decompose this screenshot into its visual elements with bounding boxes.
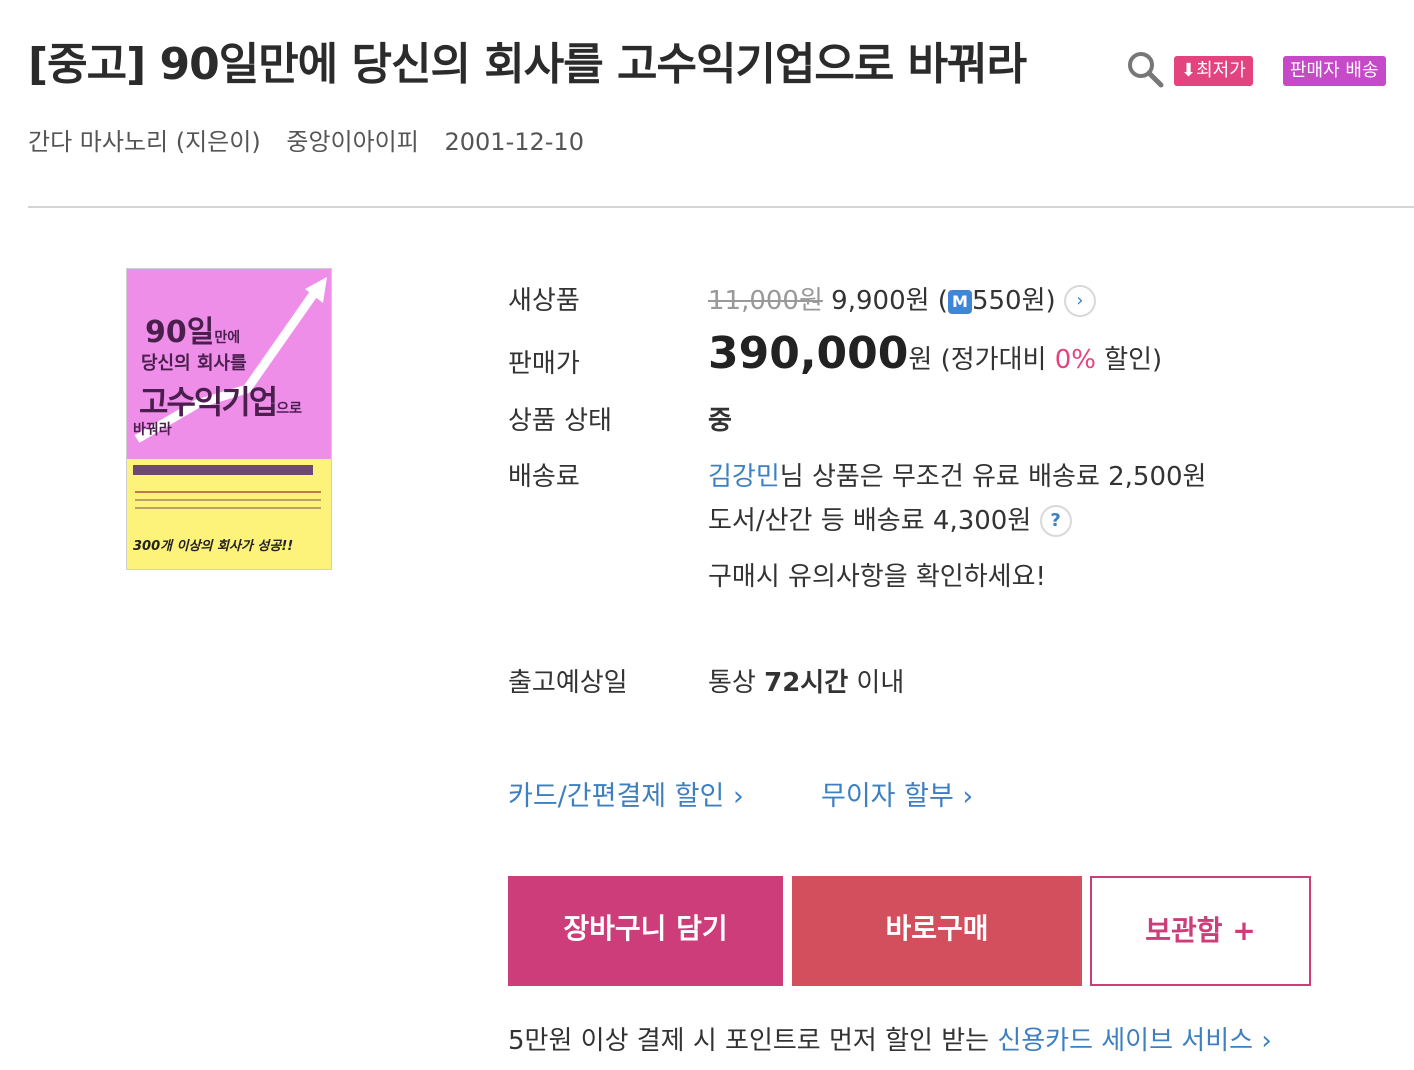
shipping-line2: 도서/산간 등 배송료 4,300원 ? [708, 500, 1072, 537]
buy-now-button[interactable]: 바로구매 [792, 876, 1082, 986]
new-item-price: 11,000원 9,900원 (M 550원) › [708, 280, 1096, 317]
sale-price: 390,000원 (정가대비 0% 할인) [708, 328, 1162, 379]
seller-name-link[interactable]: 김강민 [708, 462, 780, 492]
wishlist-button[interactable]: 보관함 + [1090, 876, 1311, 986]
search-icon[interactable] [1126, 50, 1166, 90]
save-note-text: 5만원 이상 결제 시 포인트로 먼저 할인 받는 [508, 1026, 998, 1056]
publish-date: 2001-12-10 [444, 128, 584, 156]
new-item-label: 새상품 [508, 286, 580, 316]
arrow-down-icon: ⬇ [1181, 60, 1197, 81]
release-post: 이내 [848, 668, 905, 698]
sale-price-suffix: 할인) [1095, 345, 1163, 375]
cover-title-line3: 고수익기업 [139, 383, 278, 421]
sale-price-unit: 원 (정가대비 [908, 345, 1055, 375]
cover-stripe [133, 465, 313, 475]
release-hours: 72시간 [764, 668, 849, 698]
release-pre: 통상 [708, 668, 765, 698]
cover-small-text [135, 491, 321, 519]
header-divider [28, 206, 1414, 208]
sale-price-label: 판매가 [508, 349, 580, 379]
credit-card-save-note: 5만원 이상 결제 시 포인트로 먼저 할인 받는 신용카드 세이브 서비스 › [508, 1020, 1272, 1057]
release-date-value: 통상 72시간 이내 [708, 662, 904, 699]
discount-rate: 0% [1054, 345, 1096, 375]
new-price: 9,900원 ( [831, 286, 948, 316]
mileage-icon: M [947, 290, 972, 314]
lowest-price-badge[interactable]: ⬇최저가 [1174, 56, 1253, 86]
seller-shipping-badge: 판매자 배송 [1283, 56, 1386, 86]
list-price: 11,000원 [708, 286, 823, 316]
author-link[interactable]: 간다 마사노리 (지은이) [28, 128, 261, 156]
remote-shipping-text: 도서/산간 등 배송료 4,300원 [708, 506, 1032, 536]
shipping-fee-text: 님 상품은 무조건 유료 배송료 2,500원 [779, 462, 1207, 492]
shipping-label: 배송료 [508, 462, 580, 492]
cover-title-line4: 바꿔라 [133, 422, 172, 438]
purchase-notice: 구매시 유의사항을 확인하세요! [708, 562, 1046, 592]
cover-title-line3b: 으로 [276, 401, 302, 417]
page-title: [중고] 90일만에 당신의 회사를 고수익기업으로 바꿔라 [28, 39, 1027, 90]
sale-price-value: 390,000 [708, 328, 909, 379]
condition-value: 중 [708, 406, 732, 436]
cover-title-line1: 90일 [145, 315, 215, 350]
new-mileage: 550원) [971, 286, 1056, 316]
cover-title-line2: 당신의 회사를 [141, 353, 247, 374]
condition-label: 상품 상태 [508, 406, 612, 436]
card-save-service-link[interactable]: 신용카드 세이브 서비스 › [997, 1026, 1271, 1056]
book-cover-image[interactable]: 90일만에 당신의 회사를 고수익기업으로 바꿔라 300개 이상의 회사가 성… [126, 268, 332, 570]
cover-title-line1b: 만에 [214, 330, 241, 346]
chevron-right-icon: › [1261, 1026, 1272, 1056]
book-meta: 간다 마사노리 (지은이) 중앙이아이피 2001-12-10 [28, 122, 602, 157]
question-icon[interactable]: ? [1039, 505, 1072, 537]
cover-bottom-text: 300개 이상의 회사가 성공!! [133, 539, 294, 554]
shipping-line1: 김강민님 상품은 무조건 유료 배송료 2,500원 [708, 456, 1206, 493]
chevron-right-icon: › [733, 781, 744, 812]
chevron-right-icon[interactable]: › [1063, 285, 1096, 317]
chevron-right-icon: › [962, 781, 974, 812]
card-discount-link[interactable]: 카드/간편결제 할인 › [508, 774, 744, 813]
add-to-cart-button[interactable]: 장바구니 담기 [508, 876, 783, 986]
installment-link[interactable]: 무이자 할부 › [821, 774, 973, 813]
release-date-label: 출고예상일 [508, 668, 628, 698]
publisher-link[interactable]: 중앙이아이피 [286, 128, 418, 156]
